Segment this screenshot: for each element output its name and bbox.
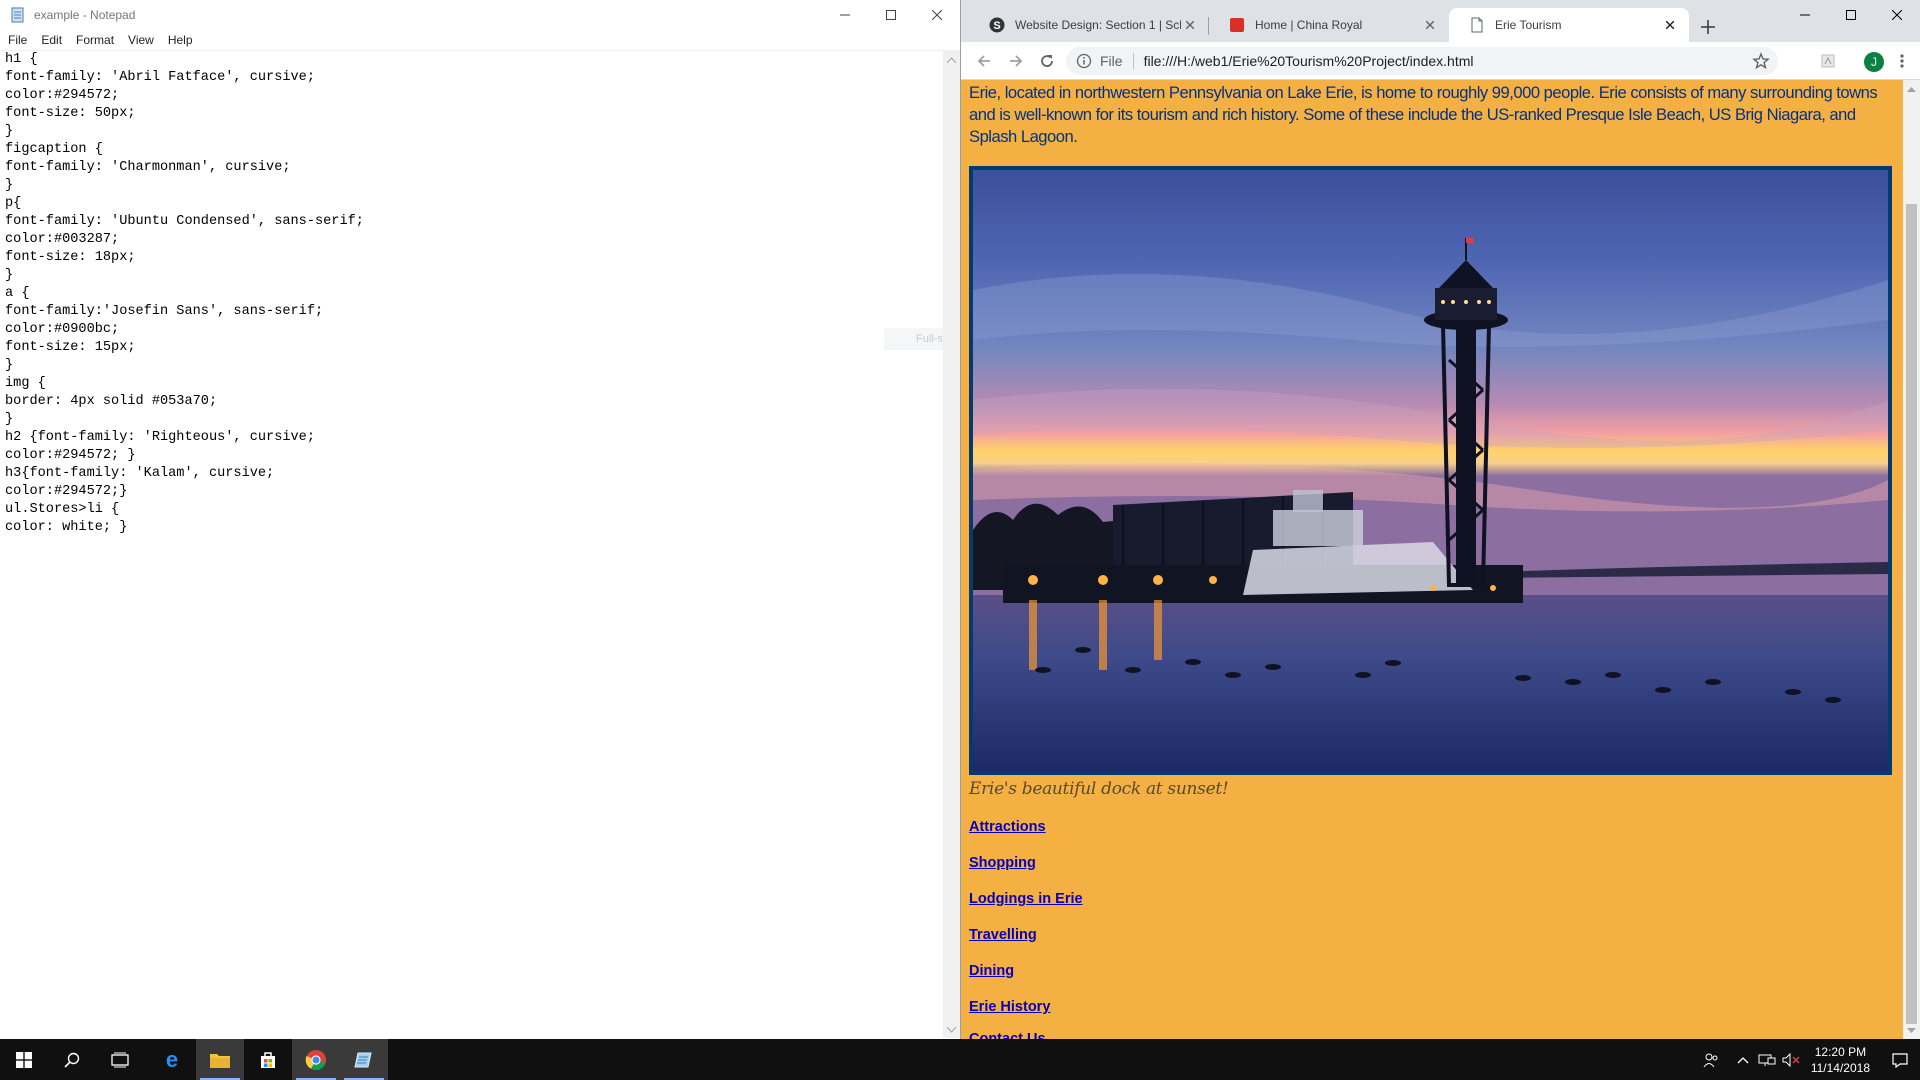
page-scrollbar[interactable]	[1903, 80, 1920, 1039]
scroll-up-icon[interactable]	[1903, 80, 1920, 97]
chrome-window: S Website Design: Section 1 | Scho Home …	[960, 0, 1920, 1039]
link-lodgings[interactable]: Lodgings in Erie	[969, 891, 1895, 908]
task-view-icon[interactable]	[96, 1039, 144, 1080]
photo-caption: Erie's beautiful dock at sunset!	[969, 779, 1229, 799]
link-contact-us[interactable]: Contact Us	[969, 1031, 1895, 1039]
notepad-title: example - Notepad	[34, 8, 136, 22]
minimize-button[interactable]	[822, 0, 868, 30]
browser-toolbar: File file:///H:/web1/Erie%20Tourism%20Pr…	[961, 42, 1920, 80]
url-scheme: File	[1100, 53, 1123, 69]
start-icon[interactable]	[0, 1039, 48, 1080]
maximize-button[interactable]	[1828, 0, 1874, 30]
notepad-menu-bar: File Edit Format View Help	[0, 30, 960, 51]
search-icon[interactable]	[48, 1039, 96, 1080]
notepad-window: example - Notepad File Edit Format View …	[0, 0, 1057, 1039]
url-text[interactable]: file:///H:/web1/Erie%20Tourism%20Project…	[1144, 53, 1474, 69]
store-icon[interactable]	[244, 1039, 292, 1080]
maximize-button[interactable]	[868, 0, 914, 30]
tab-website-design[interactable]: S Website Design: Section 1 | Scho	[969, 8, 1209, 42]
close-tab-icon[interactable]	[1181, 16, 1199, 34]
menu-help[interactable]: Help	[161, 33, 200, 47]
scroll-up-icon[interactable]	[943, 51, 960, 68]
link-attractions[interactable]: Attractions	[969, 819, 1895, 836]
page-viewport: Erie, located in northwestern Pennsylvan…	[961, 80, 1920, 1039]
svg-text:S: S	[993, 20, 1000, 32]
minimize-button[interactable]	[1782, 0, 1828, 30]
extension-icon[interactable]	[1816, 49, 1840, 73]
back-button[interactable]	[972, 49, 996, 73]
address-bar[interactable]: File file:///H:/web1/Erie%20Tourism%20Pr…	[1066, 47, 1778, 75]
schoology-s-icon: S	[989, 17, 1005, 33]
tab-strip: S Website Design: Section 1 | Scho Home …	[961, 0, 1920, 42]
notepad-text-area[interactable]: h1 { font-family: 'Abril Fatface', cursi…	[0, 51, 948, 1038]
tab-china-royal[interactable]: Home | China Royal	[1209, 8, 1449, 42]
close-button[interactable]	[1874, 0, 1920, 30]
red-square-icon	[1229, 17, 1245, 33]
menu-format[interactable]: Format	[69, 33, 121, 47]
notepad-icon	[10, 7, 26, 23]
chrome-icon[interactable]	[292, 1039, 340, 1080]
clock-time: 12:20 PM	[1814, 1044, 1867, 1059]
close-tab-icon[interactable]	[1421, 16, 1439, 34]
notepad-scrollbar[interactable]	[943, 51, 960, 1038]
file-explorer-icon[interactable]	[196, 1039, 244, 1080]
action-center-icon[interactable]	[1880, 1039, 1920, 1080]
menu-edit[interactable]: Edit	[34, 33, 69, 47]
link-erie-history[interactable]: Erie History	[969, 999, 1895, 1016]
network-icon[interactable]	[1755, 1039, 1779, 1080]
forward-button[interactable]	[1004, 49, 1028, 73]
page-content: Erie, located in northwestern Pennsylvan…	[969, 80, 1895, 1039]
intro-paragraph: Erie, located in northwestern Pennsylvan…	[969, 83, 1878, 146]
notepad-title-bar[interactable]: example - Notepad	[0, 0, 960, 30]
link-travelling[interactable]: Travelling	[969, 927, 1895, 944]
bookmark-star-icon[interactable]	[1752, 52, 1770, 70]
menu-file[interactable]: File	[0, 33, 34, 47]
tab-erie-tourism[interactable]: Erie Tourism	[1449, 8, 1689, 42]
scroll-thumb[interactable]	[1906, 204, 1917, 1024]
dock-sunset-photo	[969, 166, 1892, 775]
reload-button[interactable]	[1035, 49, 1059, 73]
tab-label: Website Design: Section 1 | Scho	[1015, 18, 1181, 32]
tab-label: Erie Tourism	[1495, 18, 1562, 32]
clock-date: 11/14/2018	[1810, 1060, 1870, 1075]
link-dining[interactable]: Dining	[969, 963, 1895, 980]
close-tab-icon[interactable]	[1661, 16, 1679, 34]
menu-view[interactable]: View	[121, 33, 161, 47]
system-tray: 12:20 PM 11/14/2018	[1699, 1039, 1920, 1080]
notepad-icon[interactable]	[340, 1039, 388, 1080]
volume-muted-icon[interactable]	[1779, 1039, 1803, 1080]
clock[interactable]: 12:20 PM 11/14/2018	[1811, 1044, 1870, 1076]
people-icon[interactable]	[1699, 1039, 1723, 1080]
nav-links: Attractions Shopping Lodgings in Erie Tr…	[969, 819, 1895, 1039]
chrome-menu-icon[interactable]	[1890, 49, 1914, 73]
link-shopping[interactable]: Shopping	[969, 855, 1895, 872]
svg-text:e: e	[166, 1049, 178, 1071]
scroll-down-icon[interactable]	[943, 1021, 960, 1038]
new-tab-button[interactable]	[1696, 15, 1720, 39]
chevron-up-icon[interactable]	[1731, 1039, 1755, 1080]
tab-label: Home | China Royal	[1255, 18, 1363, 32]
windows-taskbar: e 12:20 PM 11/14/2018	[0, 1039, 1920, 1080]
profile-avatar[interactable]: J	[1864, 52, 1884, 72]
edge-icon[interactable]: e	[148, 1039, 196, 1080]
page-icon	[1469, 17, 1485, 33]
scroll-down-icon[interactable]	[1903, 1022, 1920, 1039]
info-icon[interactable]	[1076, 53, 1092, 69]
close-button[interactable]	[914, 0, 960, 30]
